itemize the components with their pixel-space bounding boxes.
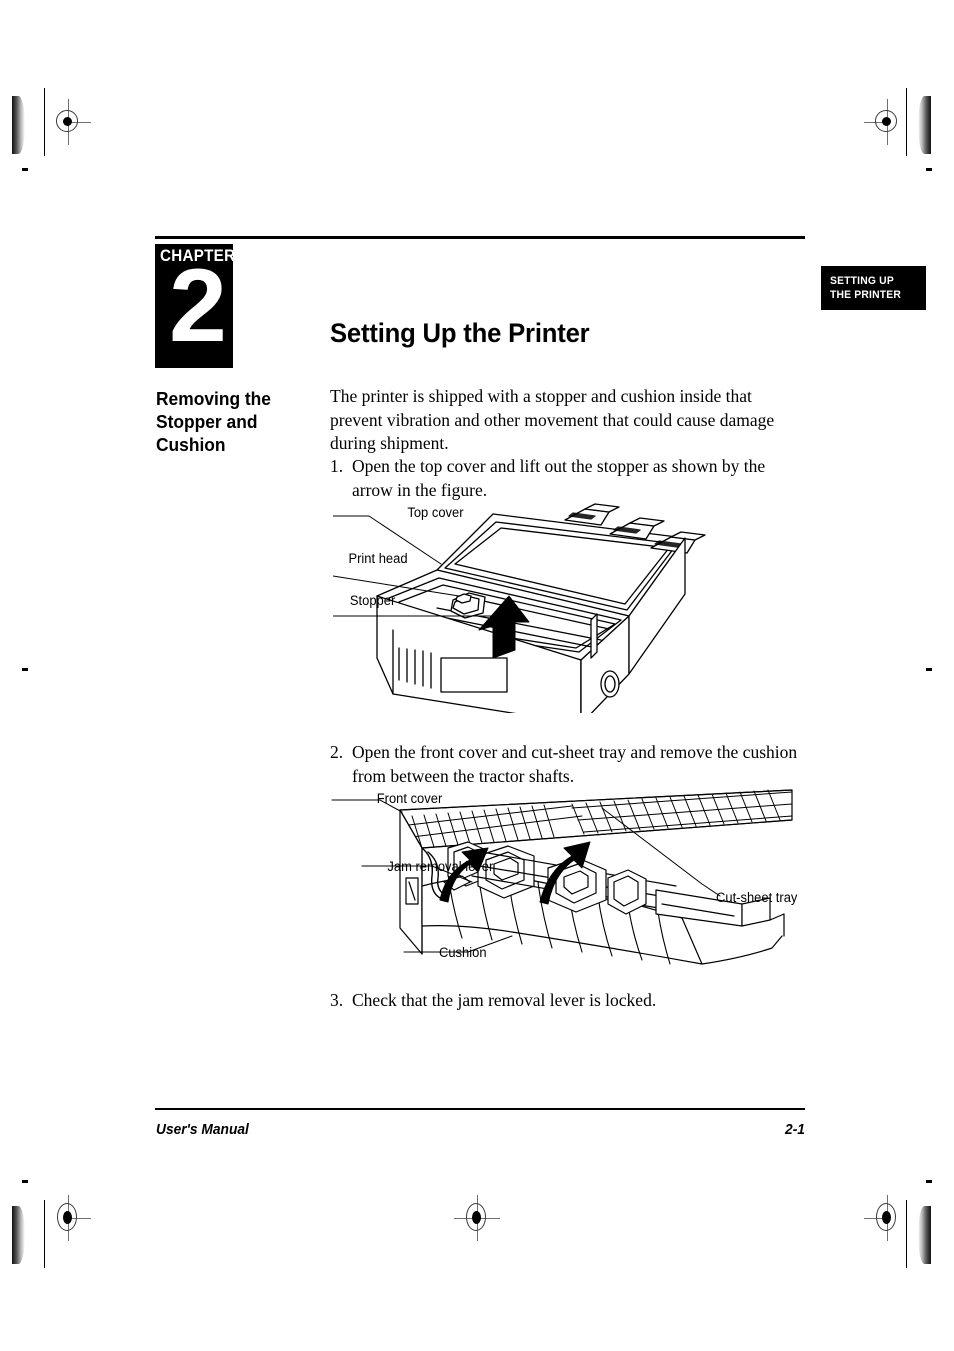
density-gradient-bar-bottom-left — [12, 1206, 25, 1264]
edge-tick-right-upper — [926, 168, 932, 171]
figure1-label-top-cover: Top cover — [407, 505, 464, 520]
step-text-3: Check that the jam removal lever is lock… — [352, 990, 657, 1010]
step-item-2: 2. Open the front cover and cut-sheet tr… — [330, 741, 808, 788]
edge-tick-left-upper — [22, 168, 28, 171]
figure-front-cover-cushion — [272, 786, 812, 971]
section-heading: Removing the Stopper and Cushion — [156, 388, 271, 455]
page-title: Setting Up the Printer — [330, 318, 590, 348]
edge-tick-left-middle — [22, 668, 28, 671]
intro-paragraph: The printer is shipped with a stopper an… — [330, 386, 775, 453]
step-item-1: 1. Open the top cover and lift out the s… — [330, 455, 808, 502]
footer-rule — [155, 1108, 805, 1110]
density-gradient-bar-top-left — [12, 96, 25, 154]
figure1-label-print-head: Print head — [348, 551, 408, 566]
step-number-1: 1. — [330, 456, 344, 476]
footer-page-number: 2-1 — [785, 1122, 805, 1138]
registration-mark-top-left — [45, 99, 91, 145]
figure1-label-stopper: Stopper — [349, 593, 396, 608]
step-number-2: 2. — [330, 742, 344, 762]
step-text-1: Open the top cover and lift out the stop… — [352, 456, 766, 500]
section-thumb-tab: SETTING UP THE PRINTER — [821, 266, 926, 310]
step-item-3: 3. Check that the jam removal lever is l… — [330, 989, 808, 1013]
figure2-label-front-cover: Front cover — [376, 791, 443, 806]
chapter-number: 2 — [169, 248, 227, 364]
header-rule — [155, 236, 805, 239]
footer-document-name: User's Manual — [156, 1122, 249, 1138]
density-gradient-bar-bottom-right — [918, 1206, 931, 1264]
section-thumb-tab-line1: SETTING UP — [830, 275, 894, 287]
edge-tick-right-lower — [926, 1180, 932, 1183]
section-thumb-tab-line2: THE PRINTER — [830, 289, 902, 301]
registration-mark-bottom-center — [454, 1195, 500, 1241]
registration-mark-bottom-right — [864, 1195, 910, 1241]
chapter-badge: CHAPTER 2 — [155, 244, 235, 368]
density-gradient-bar-top-right — [918, 96, 931, 154]
step-text-2: Open the front cover and cut-sheet tray … — [352, 742, 798, 786]
figure2-label-cushion: Cushion — [438, 945, 487, 960]
registration-mark-top-right — [864, 99, 910, 145]
registration-mark-bottom-left — [45, 1195, 91, 1241]
figure2-label-cut-sheet-tray: Cut-sheet tray — [716, 890, 798, 905]
figure2-label-jam-removal-lever: Jam removal lever — [387, 859, 494, 874]
step-number-3: 3. — [330, 990, 344, 1010]
edge-tick-left-lower — [22, 1180, 28, 1183]
edge-tick-right-middle — [926, 668, 932, 671]
